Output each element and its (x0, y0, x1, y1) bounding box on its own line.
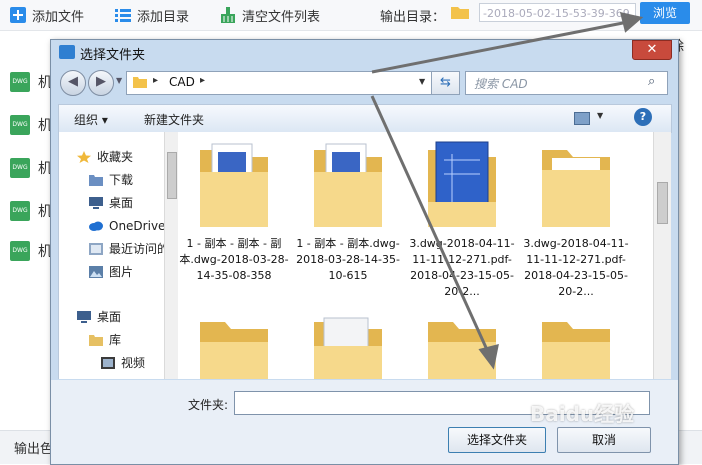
arrow-head-icon (619, 12, 644, 33)
arrow-head-icon (478, 343, 499, 370)
annotation-arrows (370, 12, 644, 370)
arrow-to-browse (371, 20, 629, 74)
arrow-to-folder (370, 95, 490, 353)
watermark: Baidu经验 (530, 402, 635, 426)
